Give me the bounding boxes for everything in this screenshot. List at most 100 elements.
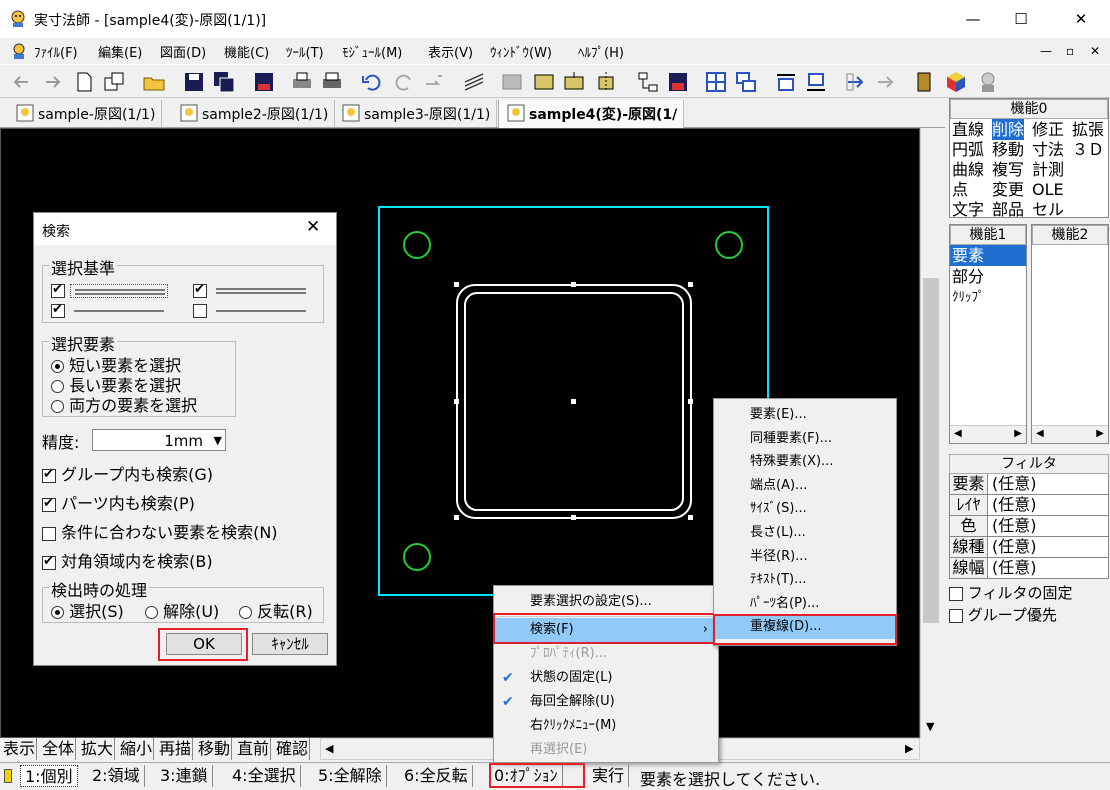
cascade-icon[interactable] xyxy=(734,70,758,94)
back-arrow-icon[interactable] xyxy=(10,70,34,94)
vertical-area-icon[interactable] xyxy=(594,70,618,94)
mode-button[interactable]: 実行 xyxy=(588,765,630,787)
ctx-clear-each-time[interactable]: ✔ 毎回全解除(U) xyxy=(494,690,718,714)
forward-arrow-icon[interactable] xyxy=(40,70,64,94)
view-button[interactable]: 縮小 xyxy=(119,738,155,760)
func2-hscrollbar[interactable]: ◀ ▶ xyxy=(1032,425,1108,443)
radio-invert[interactable]: 反転(R) xyxy=(239,598,313,622)
scroll-down-icon[interactable]: ▼ xyxy=(926,720,934,733)
tab-sample3[interactable]: sample3-原図(1/1) xyxy=(334,100,498,127)
mdi-minimize-button[interactable]: — xyxy=(1040,44,1052,58)
assistant-icon[interactable] xyxy=(976,70,1000,94)
check-diagonal-search[interactable]: 対角領域内を検索(B) xyxy=(42,548,213,572)
scroll-right-icon[interactable]: ▶ xyxy=(905,742,913,755)
import-icon[interactable] xyxy=(874,70,898,94)
view-button[interactable]: 表示 xyxy=(2,738,38,760)
func0-cell[interactable]: 文字 xyxy=(952,199,984,220)
radio-select[interactable]: 選択(S) xyxy=(51,598,124,622)
ctx-right-click-menu[interactable]: 右ｸﾘｯｸﾒﾆｭｰ(M) xyxy=(494,714,718,738)
filter-row[interactable]: 線幅 (任意) xyxy=(949,558,1109,579)
mode-button[interactable]: 5:全解除 xyxy=(314,765,387,787)
criteria-line-double[interactable] xyxy=(193,280,310,299)
radio-release[interactable]: 解除(U) xyxy=(145,598,219,622)
func0-cell[interactable]: 変更 xyxy=(992,179,1024,200)
select-area-icon[interactable] xyxy=(532,70,556,94)
func1-item-part[interactable]: 部分 xyxy=(950,266,1026,287)
menu-window[interactable]: ｳｨﾝﾄﾞｳ(W) xyxy=(490,42,552,61)
mode-button[interactable]: 1:個別 xyxy=(20,765,78,787)
save-red-icon[interactable] xyxy=(666,70,690,94)
menu-drawing[interactable]: 図面(D) xyxy=(160,42,206,61)
redo-icon[interactable] xyxy=(392,70,416,94)
new-file-icon[interactable] xyxy=(72,70,96,94)
criteria-line-thick[interactable] xyxy=(51,280,169,299)
func0-cell[interactable]: 曲線 xyxy=(952,159,984,180)
save-icon[interactable] xyxy=(182,70,206,94)
submenu-item[interactable]: ｻｲｽﾞ(S)... xyxy=(714,497,896,521)
func0-cell[interactable]: 点 xyxy=(952,179,968,200)
move-area-icon[interactable] xyxy=(562,70,586,94)
func0-cell[interactable]: 寸法 xyxy=(1032,139,1064,160)
func0-cell[interactable]: 部品 xyxy=(992,199,1024,220)
check-parts-search[interactable]: パーツ内も検索(P) xyxy=(42,490,195,514)
submenu-item[interactable]: 端点(A)... xyxy=(714,474,896,498)
scroll-left-icon[interactable]: ◀ xyxy=(325,742,333,755)
filter-value[interactable]: (任意) xyxy=(988,537,1108,557)
ctx-properties[interactable]: ﾌﾟﾛﾊﾟﾃｨ(R)... xyxy=(494,642,718,666)
view-button[interactable]: 直前 xyxy=(236,738,272,760)
menu-module[interactable]: ﾓｼﾞｭｰﾙ(M) xyxy=(342,42,402,61)
hole-top-right[interactable] xyxy=(715,231,743,259)
group-priority-checkbox[interactable]: グループ優先 xyxy=(949,604,1057,625)
grid-icon[interactable] xyxy=(704,70,728,94)
filter-row[interactable]: 線種 (任意) xyxy=(949,537,1109,558)
func0-cell[interactable]: 計測 xyxy=(1032,159,1064,180)
filter-value[interactable]: (任意) xyxy=(988,558,1108,578)
cube-icon[interactable] xyxy=(944,70,968,94)
view-button[interactable]: 移動 xyxy=(197,738,233,760)
flow-chart-icon[interactable] xyxy=(636,70,660,94)
check-group-search[interactable]: グループ内も検索(G) xyxy=(42,461,213,485)
exit-door-icon[interactable] xyxy=(912,70,936,94)
filter-value[interactable]: (任意) xyxy=(988,516,1108,536)
check-unmatched-search[interactable]: 条件に合わない要素を検索(N) xyxy=(42,519,278,543)
chevron-down-icon[interactable]: ▼ xyxy=(214,434,222,447)
print-preview-icon[interactable] xyxy=(320,70,344,94)
new-window-icon[interactable] xyxy=(102,70,126,94)
ctx-lock-state[interactable]: ✔ 状態の固定(L) xyxy=(494,666,718,690)
submenu-item[interactable]: ﾃｷｽﾄ(T)... xyxy=(714,568,896,592)
filter-value[interactable]: (任意) xyxy=(988,495,1108,515)
filter-row[interactable]: ﾚｲﾔ (任意) xyxy=(949,495,1109,516)
submenu-item[interactable]: ﾊﾟｰﾂ名(P)... xyxy=(714,592,896,616)
open-folder-icon[interactable] xyxy=(142,70,166,94)
filter-lock-checkbox[interactable]: フィルタの固定 xyxy=(949,582,1072,603)
menu-function[interactable]: 機能(C) xyxy=(224,42,269,61)
view-button[interactable]: 確認 xyxy=(275,738,311,760)
align-bottom-icon[interactable] xyxy=(804,70,828,94)
view-button[interactable]: 拡大 xyxy=(80,738,116,760)
maximize-button[interactable]: ☐ xyxy=(998,0,1044,38)
func0-cell[interactable]: OLE xyxy=(1032,179,1064,200)
view-button[interactable]: 全体 xyxy=(41,738,77,760)
view-button[interactable]: 再描 xyxy=(158,738,194,760)
mdi-restore-button[interactable]: ▫ xyxy=(1066,44,1074,58)
save-all-icon[interactable] xyxy=(212,70,236,94)
func0-cell[interactable]: 円弧 xyxy=(952,139,984,160)
hole-top-left[interactable] xyxy=(403,231,431,259)
ctx-reselect[interactable]: 再選択(E) xyxy=(494,738,718,762)
submenu-item[interactable]: 要素(E)... xyxy=(714,403,896,427)
mode-button[interactable]: 3:連鎖 xyxy=(156,765,213,787)
filter-value[interactable]: (任意) xyxy=(988,474,1108,494)
criteria-line-single[interactable] xyxy=(193,300,310,319)
ctx-selection-settings[interactable]: 要素選択の設定(S)... xyxy=(494,590,718,614)
export-icon[interactable] xyxy=(844,70,868,94)
align-top-icon[interactable] xyxy=(774,70,798,94)
submenu-item[interactable]: 特殊要素(X)... xyxy=(714,450,896,474)
mode-button[interactable]: 2:領域 xyxy=(88,765,145,787)
precision-combobox[interactable]: 1mm ▼ xyxy=(92,429,226,451)
submenu-item[interactable]: 半径(R)... xyxy=(714,545,896,569)
submenu-item[interactable]: 長さ(L)... xyxy=(714,521,896,545)
dialog-close-icon[interactable]: ✕ xyxy=(306,217,320,237)
menu-edit[interactable]: 編集(E) xyxy=(98,42,142,61)
filter-row[interactable]: 要素 (任意) xyxy=(949,474,1109,495)
tab-sample[interactable]: sample-原図(1/1) xyxy=(8,100,163,127)
